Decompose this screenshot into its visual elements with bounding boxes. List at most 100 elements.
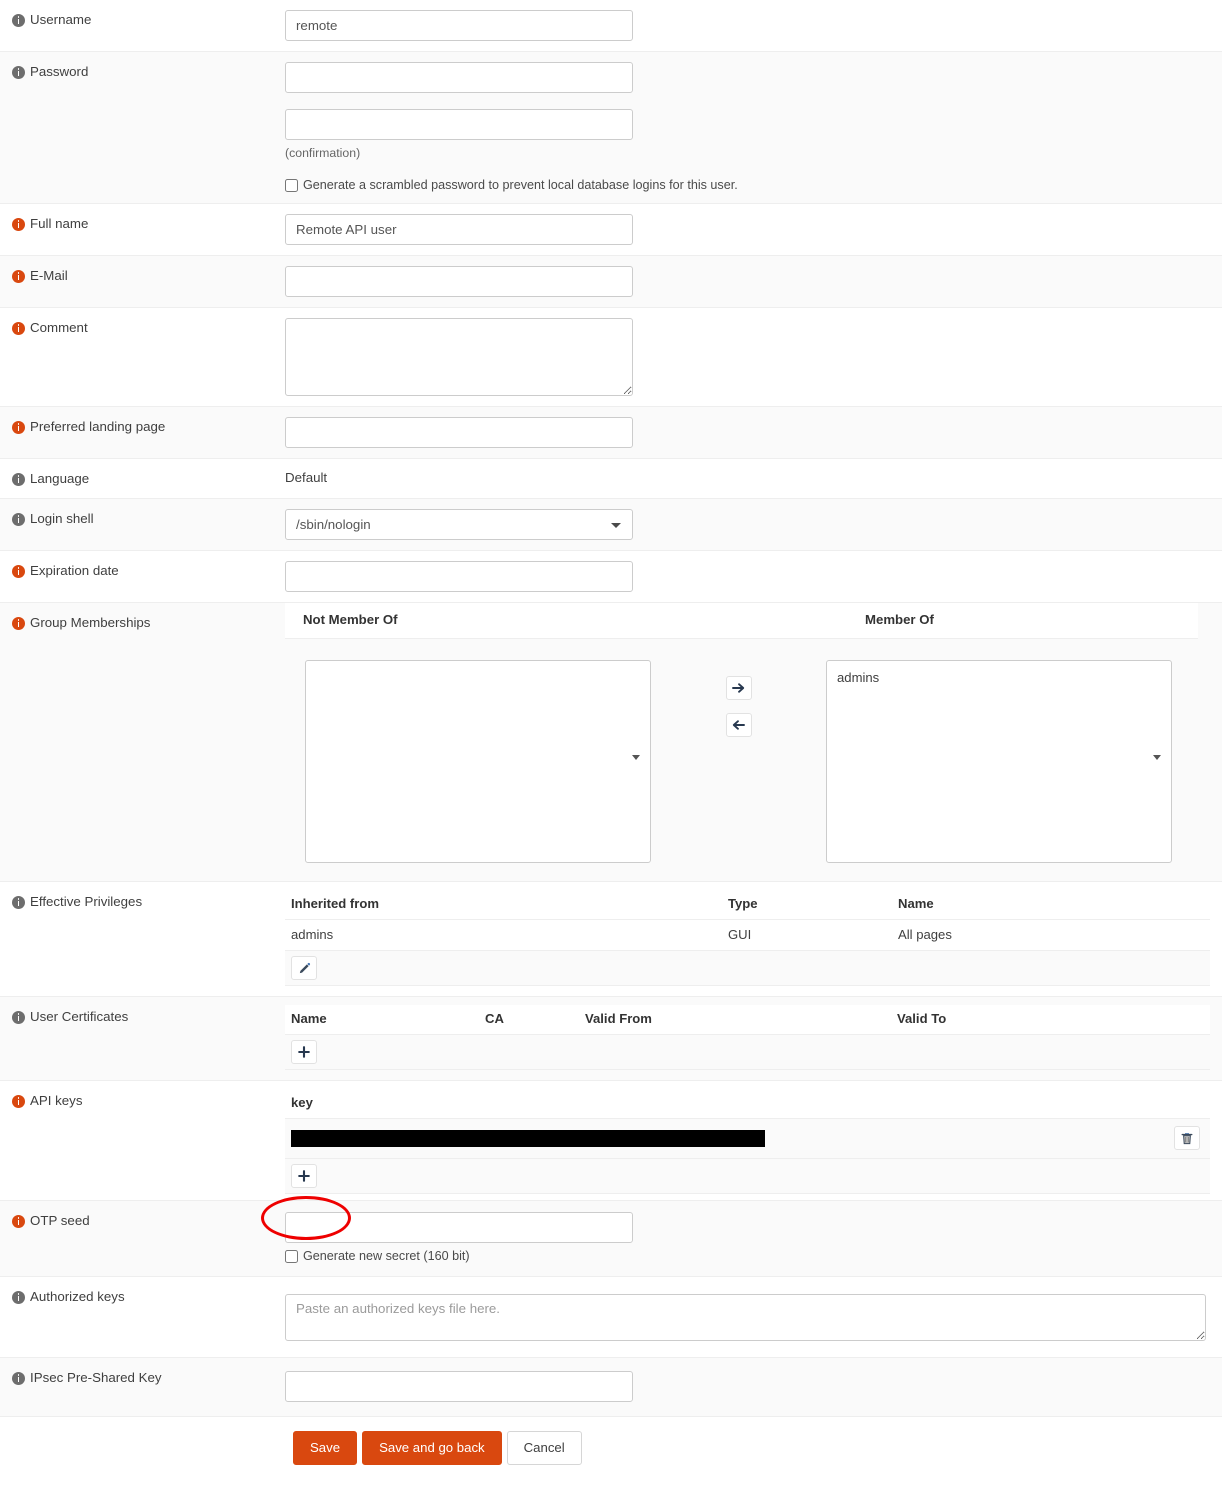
language-value: Default: [285, 470, 328, 485]
member-of-header: Member Of: [865, 612, 934, 627]
info-icon-api-keys[interactable]: [12, 1095, 25, 1108]
plus-icon-button-add-api-key[interactable]: [291, 1164, 317, 1188]
column-header-inherited-from: Inherited from: [285, 890, 722, 920]
form-row-expiration-date: Expiration date: [0, 551, 1222, 603]
label-email: E-Mail: [0, 256, 285, 295]
table-footer-row: [285, 1034, 1210, 1070]
cell-name: All pages: [892, 919, 1210, 951]
generate-otp-secret-label: Generate new secret (160 bit): [303, 1249, 470, 1263]
scramble-password-checkbox[interactable]: [285, 179, 298, 192]
form-row-landing-page: Preferred landing page: [0, 407, 1222, 459]
label-text-otp-seed: OTP seed: [30, 1213, 90, 1228]
member-of-listbox[interactable]: admins: [826, 660, 1172, 863]
move-right-arrow-icon-button[interactable]: [725, 676, 752, 700]
scramble-password-label: Generate a scrambled password to prevent…: [303, 178, 738, 192]
info-icon-full-name[interactable]: [12, 218, 25, 231]
comment-textarea[interactable]: [285, 318, 633, 396]
table-header-row: Inherited from Type Name: [285, 890, 1210, 920]
authorized-keys-textarea[interactable]: [285, 1294, 1206, 1341]
info-icon-landing-page[interactable]: [12, 421, 25, 434]
effective-privileges-actions: [285, 950, 1210, 986]
otp-seed-input[interactable]: [285, 1212, 633, 1243]
ipsec-psk-input[interactable]: [285, 1371, 633, 1402]
info-icon-user-certificates[interactable]: [12, 1011, 25, 1024]
login-shell-select-wrapper[interactable]: [285, 509, 633, 540]
info-icon-comment[interactable]: [12, 322, 25, 335]
scramble-password-checkbox-row[interactable]: Generate a scrambled password to prevent…: [285, 178, 1208, 193]
label-text-landing-page: Preferred landing page: [30, 419, 166, 434]
save-and-go-back-button[interactable]: Save and go back: [362, 1431, 502, 1465]
password-confirm-input[interactable]: [285, 109, 633, 140]
info-icon-group-memberships[interactable]: [12, 617, 25, 630]
info-icon-password[interactable]: [12, 66, 25, 79]
form-row-language: Language Default: [0, 459, 1222, 499]
label-language: Language: [0, 459, 285, 498]
actions-label-spacer: [0, 1417, 285, 1438]
form-row-ipsec-psk: IPsec Pre-Shared Key: [0, 1358, 1222, 1417]
label-text-user-certificates: User Certificates: [30, 1009, 129, 1024]
info-icon-otp-seed[interactable]: [12, 1215, 25, 1228]
label-expiration-date: Expiration date: [0, 551, 285, 590]
label-text-group-memberships: Group Memberships: [30, 615, 151, 630]
field-effective-privileges: Inherited from Type Name admins GUI All …: [285, 882, 1222, 996]
dual-list-container: Not Member Of Member Of admins: [285, 603, 1210, 881]
label-text-expiration-date: Expiration date: [30, 563, 119, 578]
redaction-bar: [291, 1129, 765, 1147]
column-header-cert-name: Name: [285, 1005, 479, 1035]
generate-otp-secret-checkbox[interactable]: [285, 1250, 298, 1263]
cell-api-key-actions: [1090, 1118, 1210, 1159]
not-member-of-header: Not Member Of: [303, 612, 398, 627]
field-email: [285, 256, 1222, 307]
label-comment: Comment: [0, 308, 285, 347]
trash-icon-button-delete-api-key[interactable]: [1174, 1126, 1200, 1150]
table-row: admins GUI All pages: [285, 919, 1210, 951]
info-icon-effective-privileges[interactable]: [12, 896, 25, 909]
move-left-arrow-icon-button[interactable]: [725, 713, 752, 737]
info-icon-login-shell[interactable]: [12, 513, 25, 526]
column-header-cert-valid-to: Valid To: [891, 1005, 1210, 1035]
table-header-row: Name CA Valid From Valid To: [285, 1005, 1210, 1035]
field-actions: Save Save and go back Cancel: [285, 1417, 1222, 1485]
plus-icon-button-add-certificate[interactable]: [291, 1040, 317, 1064]
table-header-row: key: [285, 1089, 1210, 1119]
email-input[interactable]: [285, 266, 633, 297]
landing-page-input[interactable]: [285, 417, 633, 448]
column-header-cert-valid-from: Valid From: [579, 1005, 891, 1035]
login-shell-select[interactable]: [285, 509, 633, 540]
api-keys-table: key: [285, 1089, 1210, 1194]
pencil-icon-button[interactable]: [291, 956, 317, 980]
save-button[interactable]: Save: [293, 1431, 358, 1465]
column-header-name: Name: [892, 890, 1210, 920]
info-icon-expiration-date[interactable]: [12, 565, 25, 578]
label-ipsec-psk: IPsec Pre-Shared Key: [0, 1358, 285, 1397]
generate-otp-secret-checkbox-row[interactable]: Generate new secret (160 bit): [285, 1249, 1210, 1264]
member-of-option[interactable]: admins: [837, 669, 1161, 687]
user-certificates-actions: [285, 1034, 1210, 1070]
field-landing-page: [285, 407, 1222, 458]
not-member-of-listbox[interactable]: [305, 660, 651, 863]
label-text-ipsec-psk: IPsec Pre-Shared Key: [30, 1370, 162, 1385]
form-row-user-certificates: User Certificates Name CA Valid From Val…: [0, 997, 1222, 1081]
info-icon-ipsec-psk[interactable]: [12, 1372, 25, 1385]
field-expiration-date: [285, 551, 1222, 602]
form-row-group-memberships: Group Memberships Not Member Of Member O…: [0, 603, 1222, 882]
field-full-name: [285, 204, 1222, 255]
info-icon-username[interactable]: [12, 14, 25, 27]
label-password: Password: [0, 52, 285, 91]
label-text-api-keys: API keys: [30, 1093, 83, 1108]
form-row-password: Password (confirmation) Generate a scram…: [0, 52, 1222, 204]
label-user-certificates: User Certificates: [0, 997, 285, 1036]
info-icon-language[interactable]: [12, 473, 25, 486]
label-login-shell: Login shell: [0, 499, 285, 538]
form-row-authorized-keys: Authorized keys: [0, 1277, 1222, 1358]
info-icon-email[interactable]: [12, 270, 25, 283]
info-icon-authorized-keys[interactable]: [12, 1291, 25, 1304]
username-input[interactable]: [285, 10, 633, 41]
expiration-date-input[interactable]: [285, 561, 633, 592]
cancel-button[interactable]: Cancel: [506, 1431, 582, 1465]
dual-list-arrow-column: [651, 660, 826, 737]
full-name-input[interactable]: [285, 214, 633, 245]
label-text-comment: Comment: [30, 320, 88, 335]
password-input[interactable]: [285, 62, 633, 93]
listbox-scroll-caret-icon: [1153, 755, 1161, 760]
